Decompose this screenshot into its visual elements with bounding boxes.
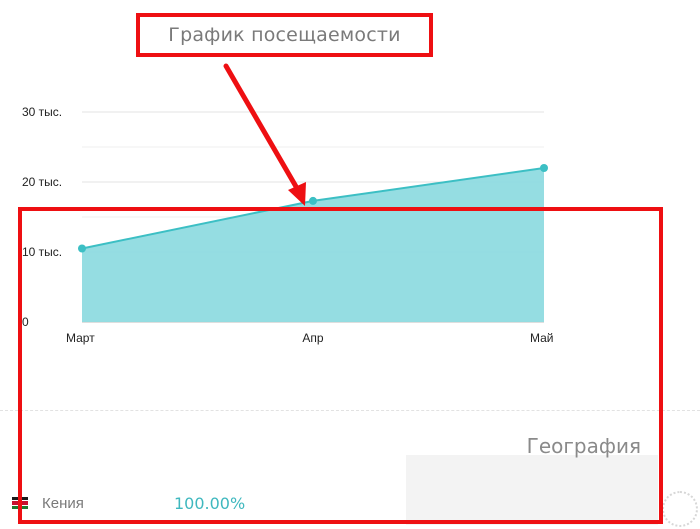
geography-map[interactable]	[406, 455, 658, 525]
loading-spinner-icon	[662, 491, 698, 527]
x-tick-label: Март	[66, 331, 95, 345]
x-tick-label: Апр	[302, 331, 324, 345]
country-name: Кения	[42, 494, 84, 512]
geography-heading: География	[526, 434, 641, 458]
country-percentage: 100.00%	[174, 493, 246, 513]
y-tick-label: 20 тыс.	[22, 175, 62, 189]
data-point	[309, 196, 317, 205]
y-tick-label: 10 тыс.	[22, 245, 62, 259]
annotation-arrow	[223, 63, 306, 206]
x-tick-label: Май	[530, 331, 554, 345]
country-row[interactable]: Кения 100.00%	[12, 490, 245, 516]
chart-area-layer	[78, 164, 548, 322]
series-area	[82, 168, 544, 322]
data-point	[540, 164, 548, 172]
y-tick-label: 30 тыс.	[22, 105, 62, 119]
section-divider	[0, 410, 700, 411]
kenya-flag-icon	[12, 497, 28, 509]
y-tick-label: 0	[22, 315, 29, 329]
data-point	[78, 244, 86, 253]
